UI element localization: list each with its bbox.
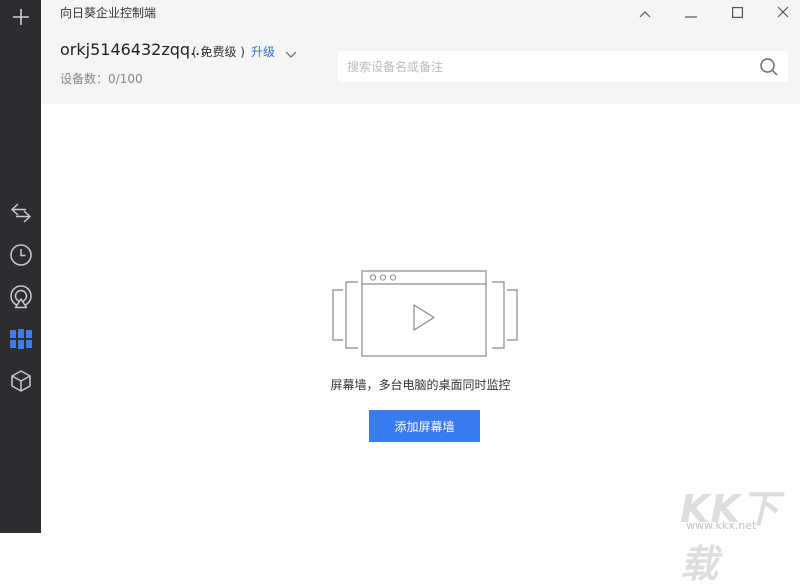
chevron-up-icon (639, 3, 651, 22)
maximize-button[interactable] (714, 0, 760, 24)
upgrade-link[interactable]: 升级 (251, 43, 275, 60)
square-icon (731, 3, 743, 22)
sidebar-item-screen-wall[interactable] (0, 322, 41, 360)
search-box (338, 51, 788, 82)
header: 向日葵企业控制端 orkj5146432zqq... ( 免费级 ) 升级 设备… (41, 0, 800, 104)
screen-wall-illustration (330, 268, 520, 360)
device-count: 设备数：0/100 (60, 72, 143, 86)
arrows-swap-icon (9, 202, 33, 228)
sidebar-item-history[interactable] (0, 238, 41, 276)
close-icon (777, 3, 789, 22)
watermark-logo: KK下载 (680, 487, 780, 586)
chevron-down-icon[interactable] (285, 44, 297, 58)
search-input[interactable] (338, 51, 747, 82)
add-button[interactable] (0, 0, 41, 38)
account-name: orkj5146432zqq... (60, 40, 206, 59)
search-icon[interactable] (759, 57, 779, 77)
empty-state-description: 屏幕墙，多台电脑的桌面同时监控 (330, 378, 511, 392)
sidebar-item-remote-control[interactable] (0, 196, 41, 234)
close-button[interactable] (760, 0, 800, 24)
plus-icon (12, 8, 30, 30)
add-screen-wall-button[interactable]: 添加屏幕墙 (369, 410, 480, 442)
minus-icon (685, 3, 697, 22)
clock-icon (9, 243, 33, 271)
grid-icon (9, 328, 33, 354)
sidebar (0, 0, 41, 533)
broadcast-icon (9, 285, 33, 313)
watermark-url: www.kkx.net (686, 519, 757, 532)
plan-label: ( 免费级 ) (192, 45, 245, 59)
minimize-button[interactable] (622, 0, 668, 24)
sidebar-item-remote-observe[interactable] (0, 280, 41, 318)
window-title: 向日葵企业控制端 (60, 6, 157, 20)
minimize-window-button[interactable] (668, 0, 714, 24)
